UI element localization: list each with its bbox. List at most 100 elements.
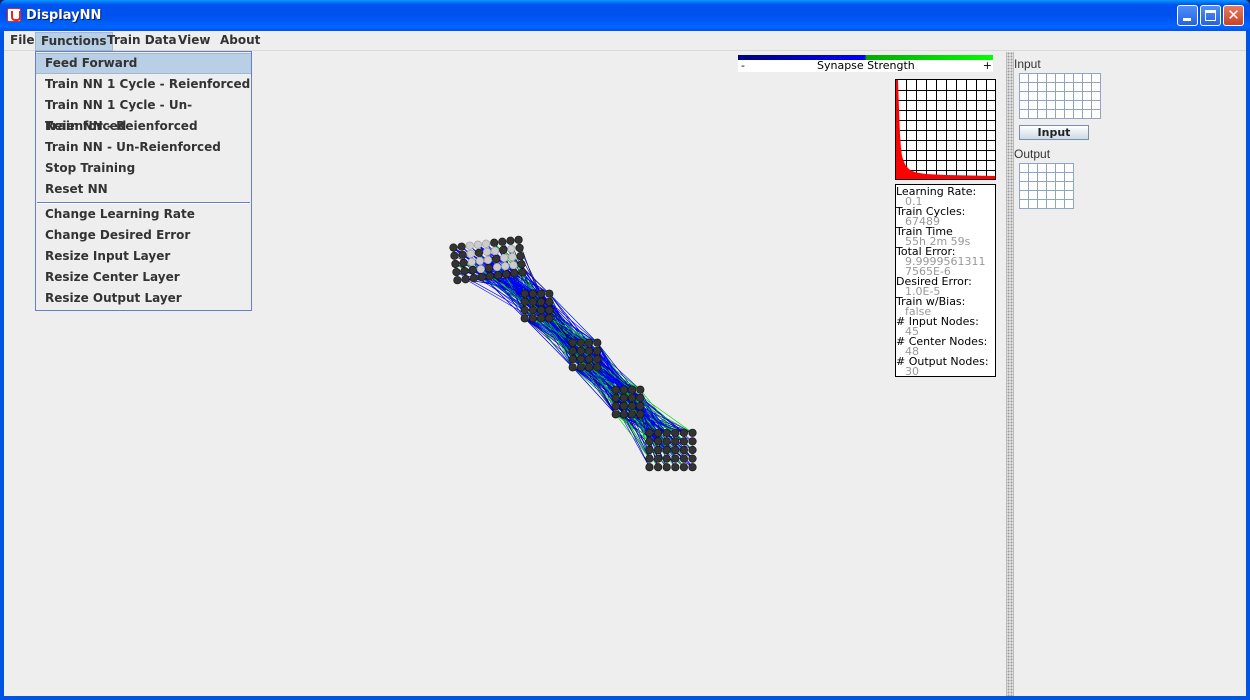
menu-item-feed-forward[interactable]: Feed Forward <box>36 53 251 74</box>
input-grid-cell[interactable] <box>1074 101 1083 110</box>
input-grid-cell[interactable] <box>1056 110 1065 119</box>
output-grid-cell[interactable] <box>1047 191 1056 200</box>
neuron-node <box>671 445 680 455</box>
output-grid-cell[interactable] <box>1047 200 1056 209</box>
input-grid-cell[interactable] <box>1047 110 1056 119</box>
input-grid-cell[interactable] <box>1056 74 1065 83</box>
input-grid-cell[interactable] <box>1092 74 1101 83</box>
input-grid-cell[interactable] <box>1074 74 1083 83</box>
output-grid-cell[interactable] <box>1056 200 1065 209</box>
input-grid-cell[interactable] <box>1038 110 1047 119</box>
input-button[interactable]: Input <box>1019 125 1089 140</box>
menu-train-data[interactable]: Train Data <box>102 32 182 51</box>
output-grid-cell[interactable] <box>1029 164 1038 173</box>
input-grid-cell[interactable] <box>1092 110 1101 119</box>
input-grid-cell[interactable] <box>1065 92 1074 101</box>
output-grid-cell[interactable] <box>1056 173 1065 182</box>
input-grid-cell[interactable] <box>1056 92 1065 101</box>
menu-item-resize-output-layer[interactable]: Resize Output Layer <box>36 288 251 309</box>
menu-item-train-1-cycle-unreinforced[interactable]: Train NN 1 Cycle - Un-Reienforced <box>36 95 251 133</box>
input-grid-cell[interactable] <box>1029 83 1038 92</box>
input-grid-cell[interactable] <box>1065 83 1074 92</box>
input-grid-cell[interactable] <box>1020 110 1029 119</box>
input-grid-cell[interactable] <box>1029 110 1038 119</box>
input-grid-cell[interactable] <box>1038 101 1047 110</box>
menu-view[interactable]: View <box>173 32 215 51</box>
output-grid-cell[interactable] <box>1065 182 1074 191</box>
input-grid-cell[interactable] <box>1083 110 1092 119</box>
input-grid-cell[interactable] <box>1092 83 1101 92</box>
output-grid-cell[interactable] <box>1020 173 1029 182</box>
output-grid-cell[interactable] <box>1029 191 1038 200</box>
output-grid-cell[interactable] <box>1047 182 1056 191</box>
output-grid-cell[interactable] <box>1020 191 1029 200</box>
input-grid-cell[interactable] <box>1038 74 1047 83</box>
menu-item-resize-input-layer[interactable]: Resize Input Layer <box>36 246 251 267</box>
input-grid-cell[interactable] <box>1047 83 1056 92</box>
output-grid-cell[interactable] <box>1020 200 1029 209</box>
input-grid-cell[interactable] <box>1038 92 1047 101</box>
input-grid-cell[interactable] <box>1083 92 1092 101</box>
input-grid-cell[interactable] <box>1047 92 1056 101</box>
output-grid-cell[interactable] <box>1047 164 1056 173</box>
input-grid-cell[interactable] <box>1074 110 1083 119</box>
panel-splitter[interactable] <box>1006 52 1014 696</box>
input-grid-cell[interactable] <box>1029 101 1038 110</box>
input-grid-cell[interactable] <box>1074 92 1083 101</box>
input-grid-cell[interactable] <box>1020 92 1029 101</box>
output-grid-cell[interactable] <box>1020 182 1029 191</box>
output-grid-cell[interactable] <box>1056 182 1065 191</box>
input-grid-cell[interactable] <box>1065 101 1074 110</box>
output-grid-cell[interactable] <box>1065 164 1074 173</box>
menu-item-train-reinforced[interactable]: Train NN - Reienforced <box>36 116 251 137</box>
output-grid-cell[interactable] <box>1056 164 1065 173</box>
output-grid-cell[interactable] <box>1038 182 1047 191</box>
input-grid-cell[interactable] <box>1083 74 1092 83</box>
output-grid-cell[interactable] <box>1020 164 1029 173</box>
minimize-button[interactable] <box>1177 5 1198 26</box>
menu-item-train-unreinforced[interactable]: Train NN - Un-Reienforced <box>36 137 251 158</box>
menu-item-reset-nn[interactable]: Reset NN <box>36 179 251 200</box>
input-grid-cell[interactable] <box>1065 74 1074 83</box>
input-grid-cell[interactable] <box>1029 92 1038 101</box>
maximize-icon <box>1205 10 1216 21</box>
input-grid-cell[interactable] <box>1020 74 1029 83</box>
input-grid-cell[interactable] <box>1056 83 1065 92</box>
menu-item-change-learning-rate[interactable]: Change Learning Rate <box>36 204 251 225</box>
output-grid-cell[interactable] <box>1065 200 1074 209</box>
output-grid-cell[interactable] <box>1038 173 1047 182</box>
input-grid-cell[interactable] <box>1020 101 1029 110</box>
output-grid-cell[interactable] <box>1029 200 1038 209</box>
output-grid-cell[interactable] <box>1047 173 1056 182</box>
input-grid-cell[interactable] <box>1020 83 1029 92</box>
input-grid-cell[interactable] <box>1092 92 1101 101</box>
title-bar[interactable]: DisplayNN ✕ <box>0 0 1250 31</box>
output-grid-cell[interactable] <box>1065 173 1074 182</box>
menu-item-resize-center-layer[interactable]: Resize Center Layer <box>36 267 251 288</box>
menu-item-train-1-cycle-reinforced[interactable]: Train NN 1 Cycle - Reienforced <box>36 74 251 95</box>
output-grid-cell[interactable] <box>1038 191 1047 200</box>
output-grid-cell[interactable] <box>1065 191 1074 200</box>
input-grid-cell[interactable] <box>1092 101 1101 110</box>
input-grid-cell[interactable] <box>1056 101 1065 110</box>
input-grid-cell[interactable] <box>1047 74 1056 83</box>
output-grid-cell[interactable] <box>1056 191 1065 200</box>
input-grid-cell[interactable] <box>1029 74 1038 83</box>
input-grid-cell[interactable] <box>1065 110 1074 119</box>
input-grid-cell[interactable] <box>1038 83 1047 92</box>
maximize-button[interactable] <box>1200 5 1221 26</box>
input-grid-cell[interactable] <box>1074 83 1083 92</box>
menu-item-stop-training[interactable]: Stop Training <box>36 158 251 179</box>
close-button[interactable]: ✕ <box>1223 5 1244 26</box>
output-grid-cell[interactable] <box>1038 200 1047 209</box>
input-grid-cell[interactable] <box>1047 101 1056 110</box>
input-grid-cell[interactable] <box>1083 101 1092 110</box>
menu-item-change-desired-error[interactable]: Change Desired Error <box>36 225 251 246</box>
output-grid-cell[interactable] <box>1029 182 1038 191</box>
input-grid-cell[interactable] <box>1083 83 1092 92</box>
menu-functions[interactable]: Functions <box>35 32 113 51</box>
output-grid-cell[interactable] <box>1038 164 1047 173</box>
menu-about[interactable]: About <box>215 32 265 51</box>
output-grid-cell[interactable] <box>1029 173 1038 182</box>
input-pattern-grid <box>1019 73 1101 119</box>
